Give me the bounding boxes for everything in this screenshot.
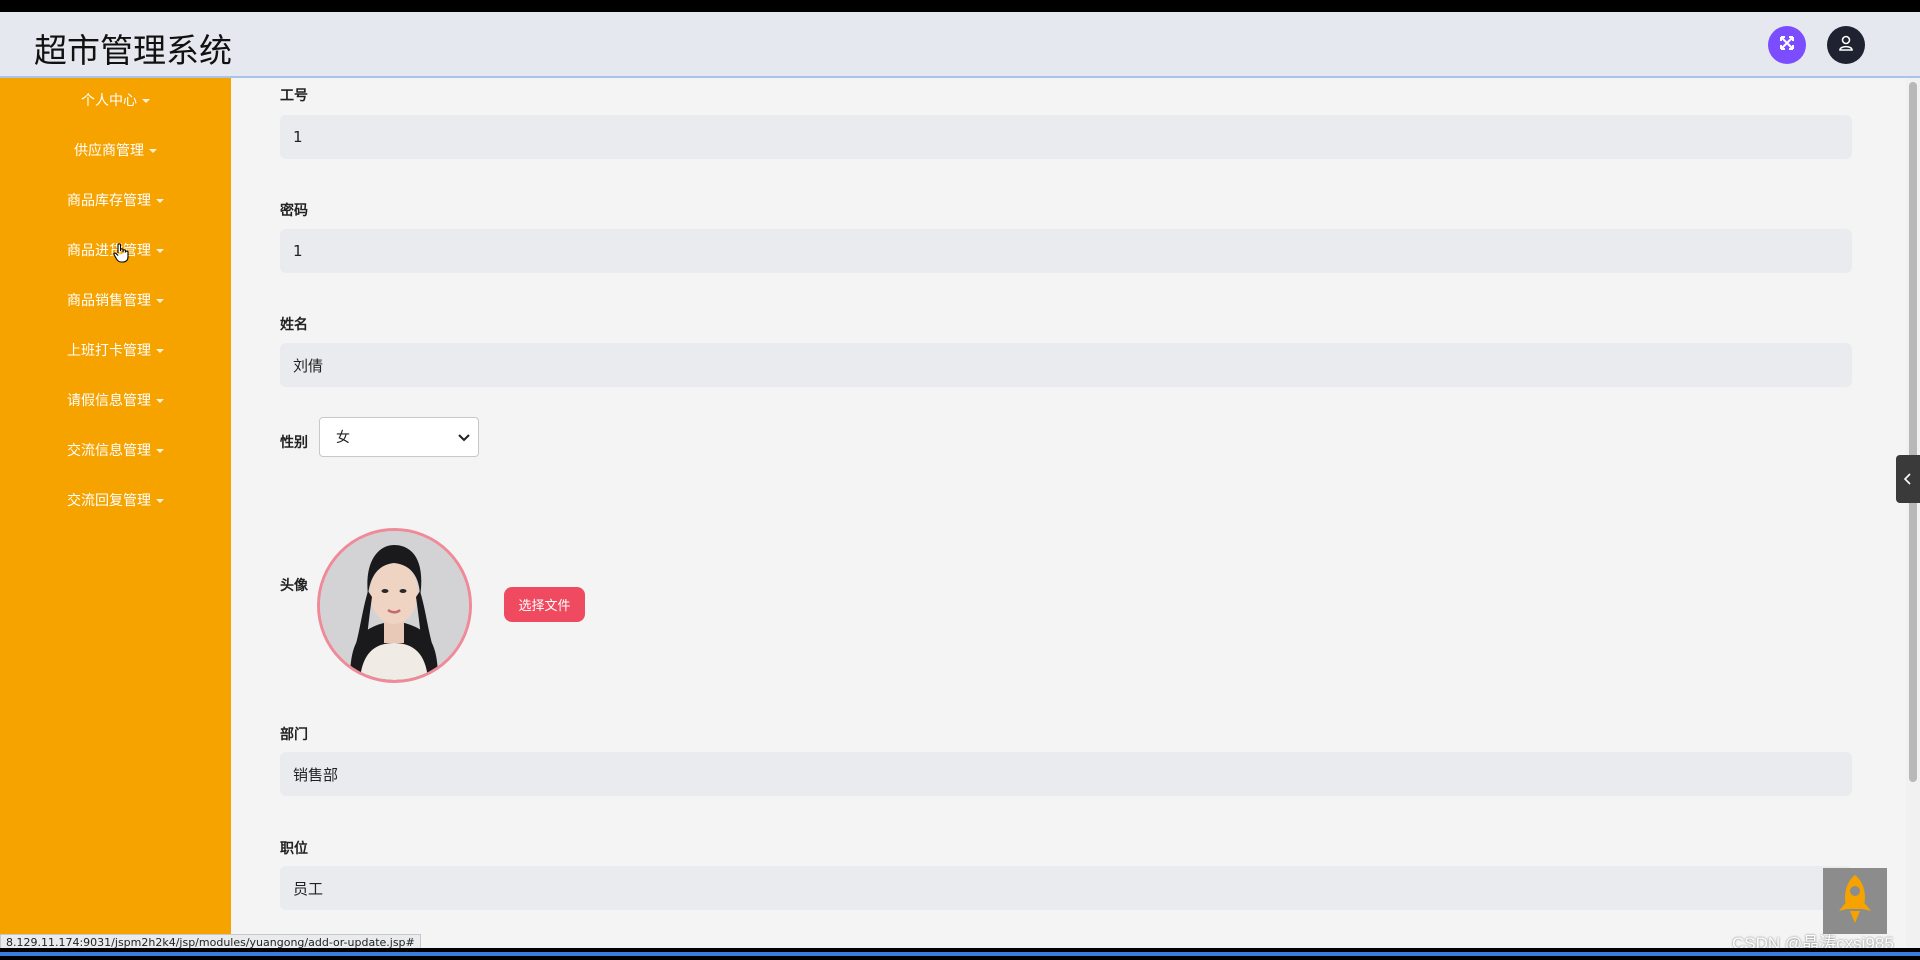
gender-selected-value: 女 [336, 430, 350, 446]
sidebar-item-label: 请假信息管理 [67, 393, 151, 409]
chevron-down-icon [458, 431, 470, 447]
name-input[interactable]: 刘倩 [280, 343, 1852, 387]
position-input[interactable]: 员工 [280, 866, 1852, 910]
sidebar-item-label: 上班打卡管理 [67, 343, 151, 359]
caret-down-icon [156, 399, 164, 403]
sidebar-item-messages[interactable]: 交流信息管理 [0, 440, 231, 460]
sidebar-item-label: 交流回复管理 [67, 493, 151, 509]
chevron-left-icon [1903, 470, 1912, 489]
hand-pointer-cursor-icon [113, 242, 131, 268]
employee-no-input[interactable]: 1 [280, 115, 1852, 159]
password-label: 密码 [280, 203, 308, 219]
caret-down-icon [156, 349, 164, 353]
avatar-label: 头像 [280, 578, 308, 594]
caret-down-icon [156, 249, 164, 253]
sidebar-item-label: 供应商管理 [74, 143, 144, 159]
sidebar-item-inventory[interactable]: 商品库存管理 [0, 190, 231, 210]
department-label: 部门 [280, 727, 308, 743]
caret-down-icon [156, 299, 164, 303]
watermark-text: CSDN @晶涛cxsj985 [1732, 934, 1894, 948]
caret-down-icon [149, 149, 157, 153]
sidebar-item-sales[interactable]: 商品销售管理 [0, 290, 231, 310]
fullscreen-button[interactable] [1768, 26, 1806, 64]
sidebar-item-label: 商品销售管理 [67, 293, 151, 309]
employee-no-label: 工号 [280, 88, 308, 104]
sidebar-item-label: 交流信息管理 [67, 443, 151, 459]
panel-toggle-button[interactable] [1896, 455, 1920, 503]
video-progress-bar [0, 952, 1920, 956]
caret-down-icon [156, 449, 164, 453]
scrollbar-thumb[interactable] [1909, 82, 1917, 782]
user-menu-button[interactable] [1827, 26, 1865, 64]
rocket-icon [1835, 873, 1875, 929]
choose-file-button[interactable]: 选择文件 [504, 587, 585, 622]
sidebar: 个人中心 供应商管理 商品库存管理 商品进货管理 商品销售管理 上班打卡管理 请… [0, 78, 231, 948]
back-to-top-button[interactable] [1823, 868, 1887, 934]
sidebar-item-label: 个人中心 [81, 93, 137, 109]
gender-label: 性别 [280, 435, 308, 451]
name-label: 姓名 [280, 317, 308, 333]
top-header: 超市管理系统 [0, 12, 1920, 78]
expand-arrows-icon [1778, 34, 1796, 56]
caret-down-icon [156, 199, 164, 203]
sidebar-item-replies[interactable]: 交流回复管理 [0, 490, 231, 510]
sidebar-item-personal-center[interactable]: 个人中心 [0, 90, 231, 110]
sidebar-item-label: 商品库存管理 [67, 193, 151, 209]
app-title: 超市管理系统 [34, 31, 232, 70]
avatar-image [317, 528, 472, 683]
app-window: 超市管理系统 个人中心 供应商管理 商品库存管理 商品进货管理 商品销售管理 上… [0, 12, 1920, 948]
status-url-bar: 8.129.11.174:9031/jspm2h2k4/jsp/modules/… [0, 934, 421, 948]
caret-down-icon [156, 499, 164, 503]
sidebar-item-leave[interactable]: 请假信息管理 [0, 390, 231, 410]
department-input[interactable]: 销售部 [280, 752, 1852, 796]
position-label: 职位 [280, 841, 308, 857]
sidebar-item-supplier[interactable]: 供应商管理 [0, 140, 231, 160]
caret-down-icon [142, 99, 150, 103]
user-icon [1837, 34, 1855, 56]
password-input[interactable]: 1 [280, 229, 1852, 273]
sidebar-item-label: 商品进货管理 [67, 243, 151, 259]
gender-select[interactable]: 女 [319, 417, 479, 457]
sidebar-item-attendance[interactable]: 上班打卡管理 [0, 340, 231, 360]
